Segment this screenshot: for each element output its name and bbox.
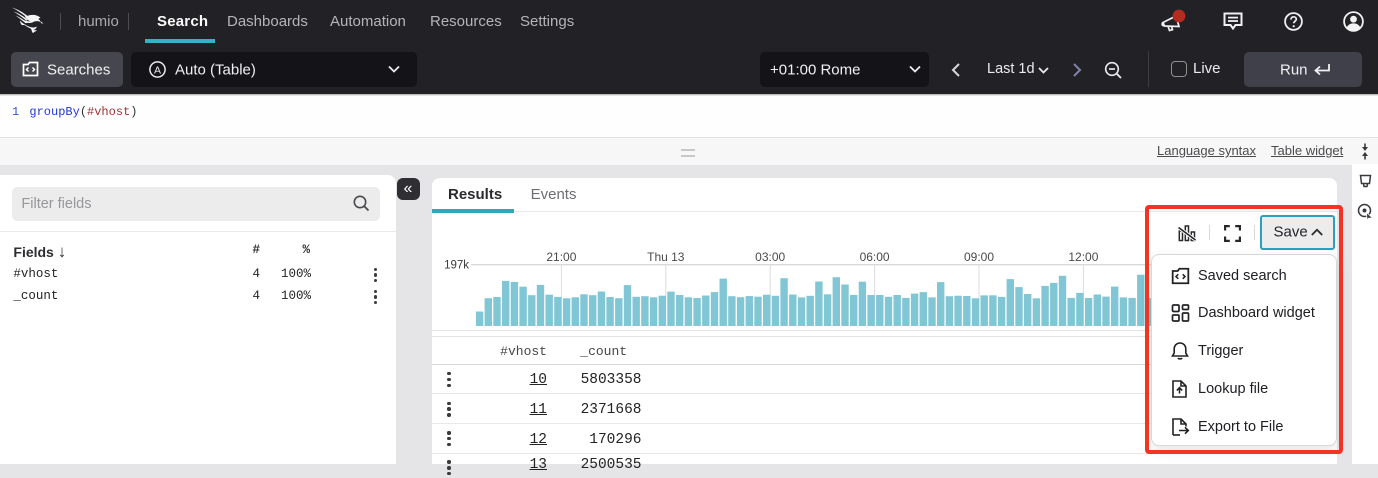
- svg-text:21:00: 21:00: [546, 250, 576, 264]
- svg-text:197k: 197k: [444, 259, 469, 271]
- svg-text:12:00: 12:00: [1068, 250, 1098, 264]
- svg-text:03:00: 03:00: [755, 250, 785, 264]
- svg-text:09:00: 09:00: [964, 250, 994, 264]
- svg-text:Thu 13: Thu 13: [647, 250, 685, 264]
- svg-text:06:00: 06:00: [859, 250, 889, 264]
- svg-text:A: A: [154, 65, 161, 77]
